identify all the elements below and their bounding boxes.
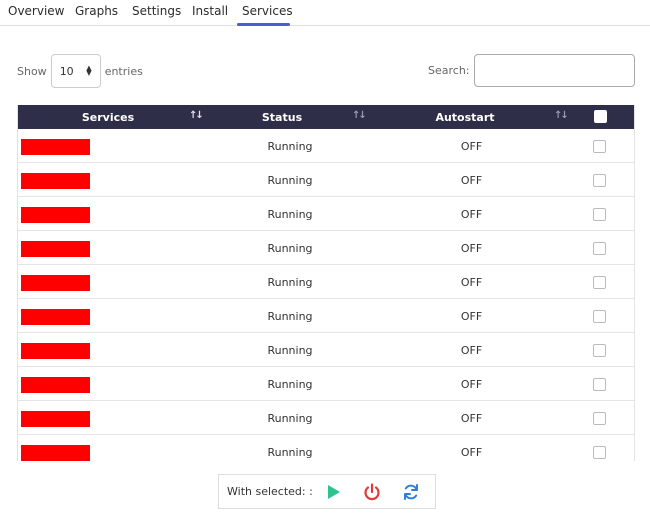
tab-settings[interactable]: Settings — [132, 4, 181, 18]
row-checkbox[interactable] — [593, 344, 606, 357]
autostart-cell: OFF — [460, 310, 483, 323]
autostart-cell: OFF — [460, 446, 483, 459]
entries-label: entries — [104, 64, 143, 78]
tab-overview[interactable]: Overview — [8, 4, 65, 18]
status-cell: Running — [267, 378, 313, 391]
service-name-redacted — [21, 241, 90, 257]
row-checkbox[interactable] — [593, 242, 606, 255]
row-checkbox[interactable] — [593, 174, 606, 187]
status-cell: Running — [267, 242, 313, 255]
power-icon[interactable] — [362, 482, 382, 502]
row-checkbox[interactable] — [593, 412, 606, 425]
status-cell: Running — [267, 446, 313, 459]
tab-graphs[interactable]: Graphs — [75, 4, 118, 18]
sort-icon[interactable]: ↑↓ — [352, 110, 367, 121]
service-name-redacted — [21, 411, 90, 427]
tab-bar: Overview Graphs Settings Install Service… — [0, 0, 650, 26]
bulk-actions-bar: With selected: : — [218, 474, 436, 509]
table-row: Running OFF — [18, 265, 634, 299]
autostart-cell: OFF — [460, 242, 483, 255]
autostart-cell: OFF — [460, 140, 483, 153]
row-checkbox[interactable] — [593, 446, 606, 459]
select-arrows-icon: ▲ ▼ — [86, 64, 92, 77]
table-header: Services ↑↓ Status ↑↓ Autostart ↑↓ — [18, 105, 634, 129]
active-tab-indicator — [237, 23, 290, 26]
tab-install[interactable]: Install — [192, 4, 228, 18]
sort-icon[interactable]: ↑↓ — [554, 110, 569, 121]
select-all-checkbox[interactable] — [594, 110, 607, 123]
row-checkbox[interactable] — [593, 310, 606, 323]
column-header-services[interactable]: Services — [58, 111, 158, 124]
services-table: Services ↑↓ Status ↑↓ Autostart ↑↓ Runni… — [17, 105, 635, 461]
tab-services[interactable]: Services — [242, 4, 293, 18]
table-row: Running OFF — [18, 231, 634, 265]
search-label: Search: — [428, 64, 470, 77]
table-row: Running OFF — [18, 163, 634, 197]
row-checkbox[interactable] — [593, 276, 606, 289]
table-row: Running OFF — [18, 401, 634, 435]
service-name-redacted — [21, 139, 90, 155]
status-cell: Running — [267, 310, 313, 323]
service-name-redacted — [21, 343, 90, 359]
table-row: Running OFF — [18, 299, 634, 333]
autostart-cell: OFF — [460, 208, 483, 221]
service-name-redacted — [21, 173, 90, 189]
table-row: Running OFF — [18, 333, 634, 367]
refresh-icon[interactable] — [401, 482, 421, 502]
search-control: Search: — [428, 54, 635, 87]
entries-select-value: 10 — [59, 64, 74, 78]
table-row: Running OFF — [18, 367, 634, 401]
row-checkbox[interactable] — [593, 208, 606, 221]
row-checkbox[interactable] — [593, 378, 606, 391]
autostart-cell: OFF — [460, 412, 483, 425]
status-cell: Running — [267, 412, 313, 425]
row-checkbox[interactable] — [593, 140, 606, 153]
table-row: Running OFF — [18, 129, 634, 163]
autostart-cell: OFF — [460, 276, 483, 289]
status-cell: Running — [267, 276, 313, 289]
column-header-status[interactable]: Status — [232, 111, 332, 124]
table-row: Running OFF — [18, 197, 634, 231]
status-cell: Running — [267, 174, 313, 187]
entries-select[interactable]: 10 ▲ ▼ — [50, 54, 101, 88]
search-input[interactable] — [473, 54, 635, 87]
column-header-autostart[interactable]: Autostart — [415, 111, 515, 124]
sort-icon[interactable]: ↑↓ — [189, 110, 204, 121]
entries-length-control: Show 10 ▲ ▼ entries — [17, 54, 143, 88]
status-cell: Running — [267, 208, 313, 221]
service-name-redacted — [21, 275, 90, 291]
table-row: Running OFF — [18, 435, 634, 461]
with-selected-label: With selected: : — [227, 485, 313, 498]
service-name-redacted — [21, 377, 90, 393]
service-name-redacted — [21, 445, 90, 461]
service-name-redacted — [21, 207, 90, 223]
autostart-cell: OFF — [460, 378, 483, 391]
service-name-redacted — [21, 309, 90, 325]
autostart-cell: OFF — [460, 174, 483, 187]
status-cell: Running — [267, 344, 313, 357]
status-cell: Running — [267, 140, 313, 153]
show-label: Show — [17, 64, 47, 78]
play-icon[interactable] — [323, 482, 343, 502]
autostart-cell: OFF — [460, 344, 483, 357]
